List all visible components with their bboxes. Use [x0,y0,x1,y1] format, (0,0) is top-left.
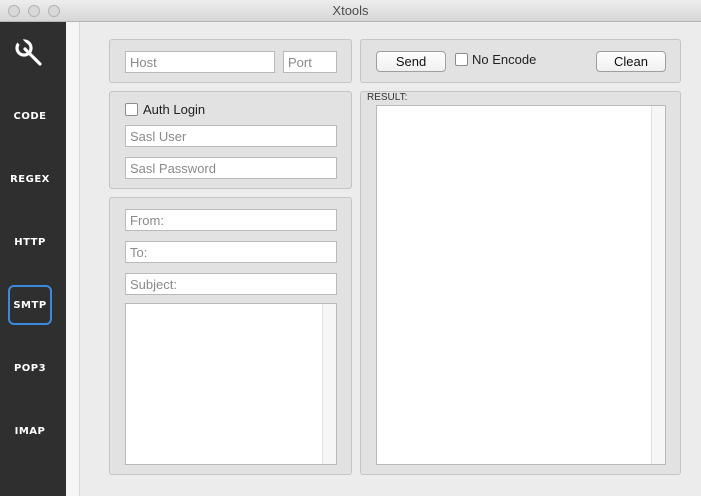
result-panel: RESULT: [360,91,681,475]
message-body-scrollbar[interactable] [322,304,336,464]
to-input[interactable]: To: [125,241,337,263]
clean-button[interactable]: Clean [596,51,666,72]
from-input[interactable]: From: [125,209,337,231]
auth-login-checkbox[interactable] [125,103,138,116]
toolbar-panel: Send No Encode Clean [360,39,681,83]
sidebar-item-regex[interactable]: REGEX [8,159,52,199]
message-body-textarea[interactable] [125,303,337,465]
window-title: Xtools [332,3,369,18]
wrench-icon [15,38,42,66]
result-output-area[interactable] [376,105,666,465]
result-label: RESULT: [367,92,408,103]
no-encode-checkbox[interactable] [455,53,468,66]
connection-panel: Host Port [109,39,352,83]
send-button[interactable]: Send [376,51,446,72]
sidebar-item-http[interactable]: HTTP [8,222,52,262]
message-panel: From: To: Subject: [109,197,352,475]
sidebar: CODE REGEX HTTP SMTP POP3 IMAP [0,22,66,496]
auth-login-label: Auth Login [143,102,206,117]
sidebar-divider [66,22,80,496]
sidebar-item-smtp[interactable]: SMTP [8,285,52,325]
title-bar: Xtools [0,0,701,22]
sidebar-item-pop3[interactable]: POP3 [8,348,52,388]
sasl-user-input[interactable]: Sasl User [125,125,337,147]
host-input[interactable]: Host [125,51,275,73]
sidebar-item-code[interactable]: CODE [8,96,52,136]
port-input[interactable]: Port [283,51,337,73]
sasl-password-input[interactable]: Sasl Password [125,157,337,179]
result-scrollbar[interactable] [651,106,665,464]
subject-input[interactable]: Subject: [125,273,337,295]
sidebar-item-imap[interactable]: IMAP [8,411,52,451]
no-encode-label: No Encode [472,52,537,67]
auth-panel: Auth Login Sasl User Sasl Password [109,91,352,189]
app-window: Xtools CODE REGEX HTTP SMTP POP3 IMAP Ho… [0,0,701,496]
